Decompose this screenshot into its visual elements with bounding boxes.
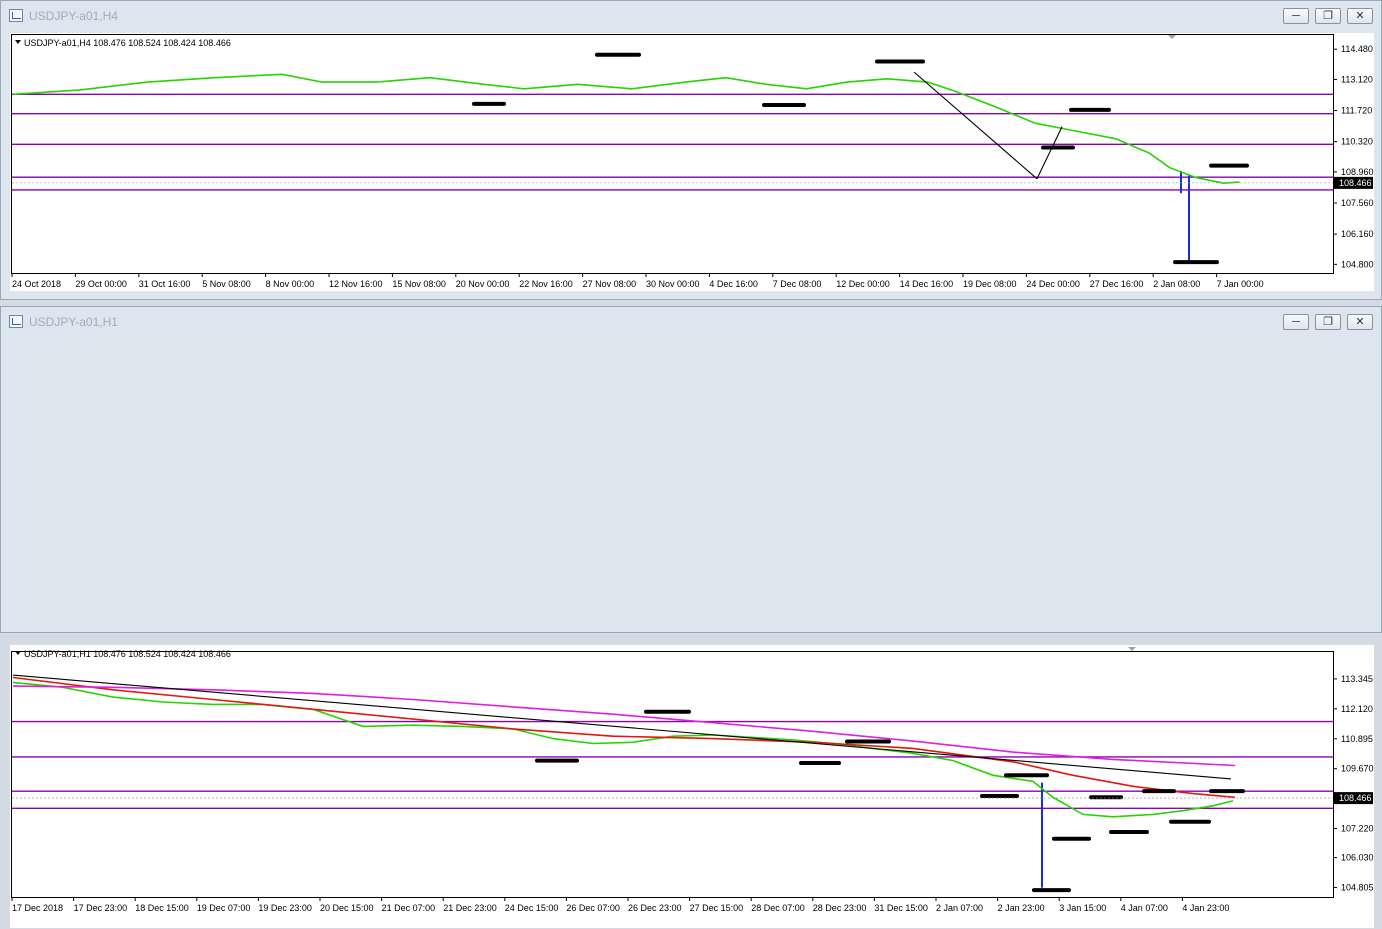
last-price-label: 108.466 bbox=[1339, 793, 1372, 803]
y-tick-label: 107.560 bbox=[1341, 198, 1374, 208]
close-icon: ✕ bbox=[1355, 10, 1365, 22]
x-tick-label: 24 Oct 2018 bbox=[12, 279, 61, 289]
minimize-icon: ─ bbox=[1292, 316, 1300, 328]
x-tick-label: 3 Jan 15:00 bbox=[1059, 903, 1106, 913]
x-tick-label: 19 Dec 08:00 bbox=[963, 279, 1017, 289]
y-tick-label: 113.345 bbox=[1341, 674, 1373, 684]
x-tick-label: 26 Dec 23:00 bbox=[628, 903, 682, 913]
x-tick-label: 31 Oct 16:00 bbox=[139, 279, 191, 289]
x-tick-label: 20 Nov 00:00 bbox=[456, 279, 510, 289]
x-tick-label: 27 Dec 16:00 bbox=[1090, 279, 1144, 289]
minimize-icon: ─ bbox=[1292, 10, 1300, 22]
x-tick-label: 29 Oct 00:00 bbox=[75, 279, 127, 289]
x-tick-label: 2 Jan 07:00 bbox=[936, 903, 983, 913]
x-tick-label: 22 Nov 16:00 bbox=[519, 279, 573, 289]
x-tick-label: 2 Jan 23:00 bbox=[998, 903, 1045, 913]
h1-candlestick-chart[interactable]: USDJPY-a01,H1 108.476 108.524 108.424 10… bbox=[9, 644, 1375, 929]
h1-window-titlebar[interactable]: USDJPY-a01,H1 ─ ❐ ✕ bbox=[1, 307, 1381, 337]
x-tick-label: 14 Dec 16:00 bbox=[900, 279, 954, 289]
h1-window-title: USDJPY-a01,H1 bbox=[29, 315, 118, 329]
x-tick-label: 12 Dec 00:00 bbox=[836, 279, 890, 289]
plot-background bbox=[10, 33, 1374, 291]
x-tick-label: 26 Dec 07:00 bbox=[566, 903, 620, 913]
x-tick-label: 19 Dec 07:00 bbox=[197, 903, 251, 913]
h4-candlestick-chart[interactable]: USDJPY-a01,H4 108.476 108.524 108.424 10… bbox=[9, 32, 1375, 292]
x-tick-label: 17 Dec 2018 bbox=[12, 903, 63, 913]
last-price-label: 108.466 bbox=[1339, 178, 1372, 188]
y-tick-label: 110.320 bbox=[1341, 137, 1373, 147]
x-tick-label: 12 Nov 16:00 bbox=[329, 279, 383, 289]
x-tick-label: 18 Dec 15:00 bbox=[135, 903, 189, 913]
chart-window-icon bbox=[9, 315, 23, 328]
x-tick-label: 24 Dec 15:00 bbox=[505, 903, 559, 913]
close-button[interactable]: ✕ bbox=[1347, 8, 1373, 24]
x-tick-label: 17 Dec 23:00 bbox=[74, 903, 128, 913]
h4-chart-window: USDJPY-a01,H4 ─ ❐ ✕ USDJPY-a01,H4 108.476 … bbox=[0, 0, 1382, 300]
y-tick-label: 106.030 bbox=[1341, 853, 1374, 863]
minimize-button[interactable]: ─ bbox=[1283, 8, 1309, 24]
y-tick-label: 104.800 bbox=[1341, 259, 1374, 269]
x-tick-label: 5 Nov 08:00 bbox=[202, 279, 251, 289]
x-tick-label: 30 Nov 00:00 bbox=[646, 279, 700, 289]
x-tick-label: 4 Jan 23:00 bbox=[1182, 903, 1229, 913]
restore-icon: ❐ bbox=[1323, 316, 1333, 328]
chart-header: USDJPY-a01,H1 108.476 108.524 108.424 10… bbox=[24, 649, 231, 659]
y-tick-label: 104.805 bbox=[1341, 883, 1374, 893]
x-tick-label: 20 Dec 15:00 bbox=[320, 903, 374, 913]
minimize-button[interactable]: ─ bbox=[1283, 314, 1309, 330]
x-tick-label: 2 Jan 08:00 bbox=[1153, 279, 1200, 289]
close-button[interactable]: ✕ bbox=[1347, 314, 1373, 330]
y-tick-label: 109.670 bbox=[1341, 764, 1374, 774]
h4-window-titlebar[interactable]: USDJPY-a01,H4 ─ ❐ ✕ bbox=[1, 1, 1381, 31]
x-tick-label: 7 Dec 08:00 bbox=[773, 279, 822, 289]
x-tick-label: 31 Dec 15:00 bbox=[874, 903, 928, 913]
restore-icon: ❐ bbox=[1323, 10, 1333, 22]
x-tick-label: 7 Jan 00:00 bbox=[1217, 279, 1264, 289]
y-tick-label: 111.720 bbox=[1341, 106, 1372, 116]
x-tick-label: 4 Dec 16:00 bbox=[709, 279, 758, 289]
y-tick-label: 106.160 bbox=[1341, 229, 1374, 239]
y-tick-label: 113.120 bbox=[1341, 74, 1373, 84]
x-tick-label: 15 Nov 08:00 bbox=[392, 279, 446, 289]
chart-header: USDJPY-a01,H4 108.476 108.524 108.424 10… bbox=[24, 38, 231, 48]
x-tick-label: 19 Dec 23:00 bbox=[258, 903, 312, 913]
x-tick-label: 27 Dec 15:00 bbox=[690, 903, 744, 913]
chart-window-icon bbox=[9, 9, 23, 22]
x-tick-label: 28 Dec 23:00 bbox=[813, 903, 867, 913]
x-tick-label: 27 Nov 08:00 bbox=[583, 279, 637, 289]
x-tick-label: 8 Nov 00:00 bbox=[266, 279, 315, 289]
h1-chart-window: USDJPY-a01,H1 ─ ❐ ✕ USDJPY-a01,H1 108.476 … bbox=[0, 306, 1382, 928]
restore-button[interactable]: ❐ bbox=[1315, 314, 1341, 330]
h4-window-title: USDJPY-a01,H4 bbox=[29, 9, 118, 23]
plot-background bbox=[10, 645, 1374, 928]
y-tick-label: 114.480 bbox=[1341, 44, 1373, 54]
y-tick-label: 110.895 bbox=[1341, 734, 1373, 744]
x-tick-label: 28 Dec 07:00 bbox=[751, 903, 805, 913]
x-tick-label: 21 Dec 07:00 bbox=[382, 903, 436, 913]
restore-button[interactable]: ❐ bbox=[1315, 8, 1341, 24]
x-tick-label: 4 Jan 07:00 bbox=[1121, 903, 1168, 913]
y-tick-label: 108.960 bbox=[1341, 167, 1374, 177]
close-icon: ✕ bbox=[1355, 316, 1365, 328]
x-tick-label: 24 Dec 00:00 bbox=[1026, 279, 1080, 289]
y-tick-label: 112.120 bbox=[1341, 704, 1373, 714]
y-tick-label: 107.220 bbox=[1341, 824, 1374, 834]
x-tick-label: 21 Dec 23:00 bbox=[443, 903, 497, 913]
